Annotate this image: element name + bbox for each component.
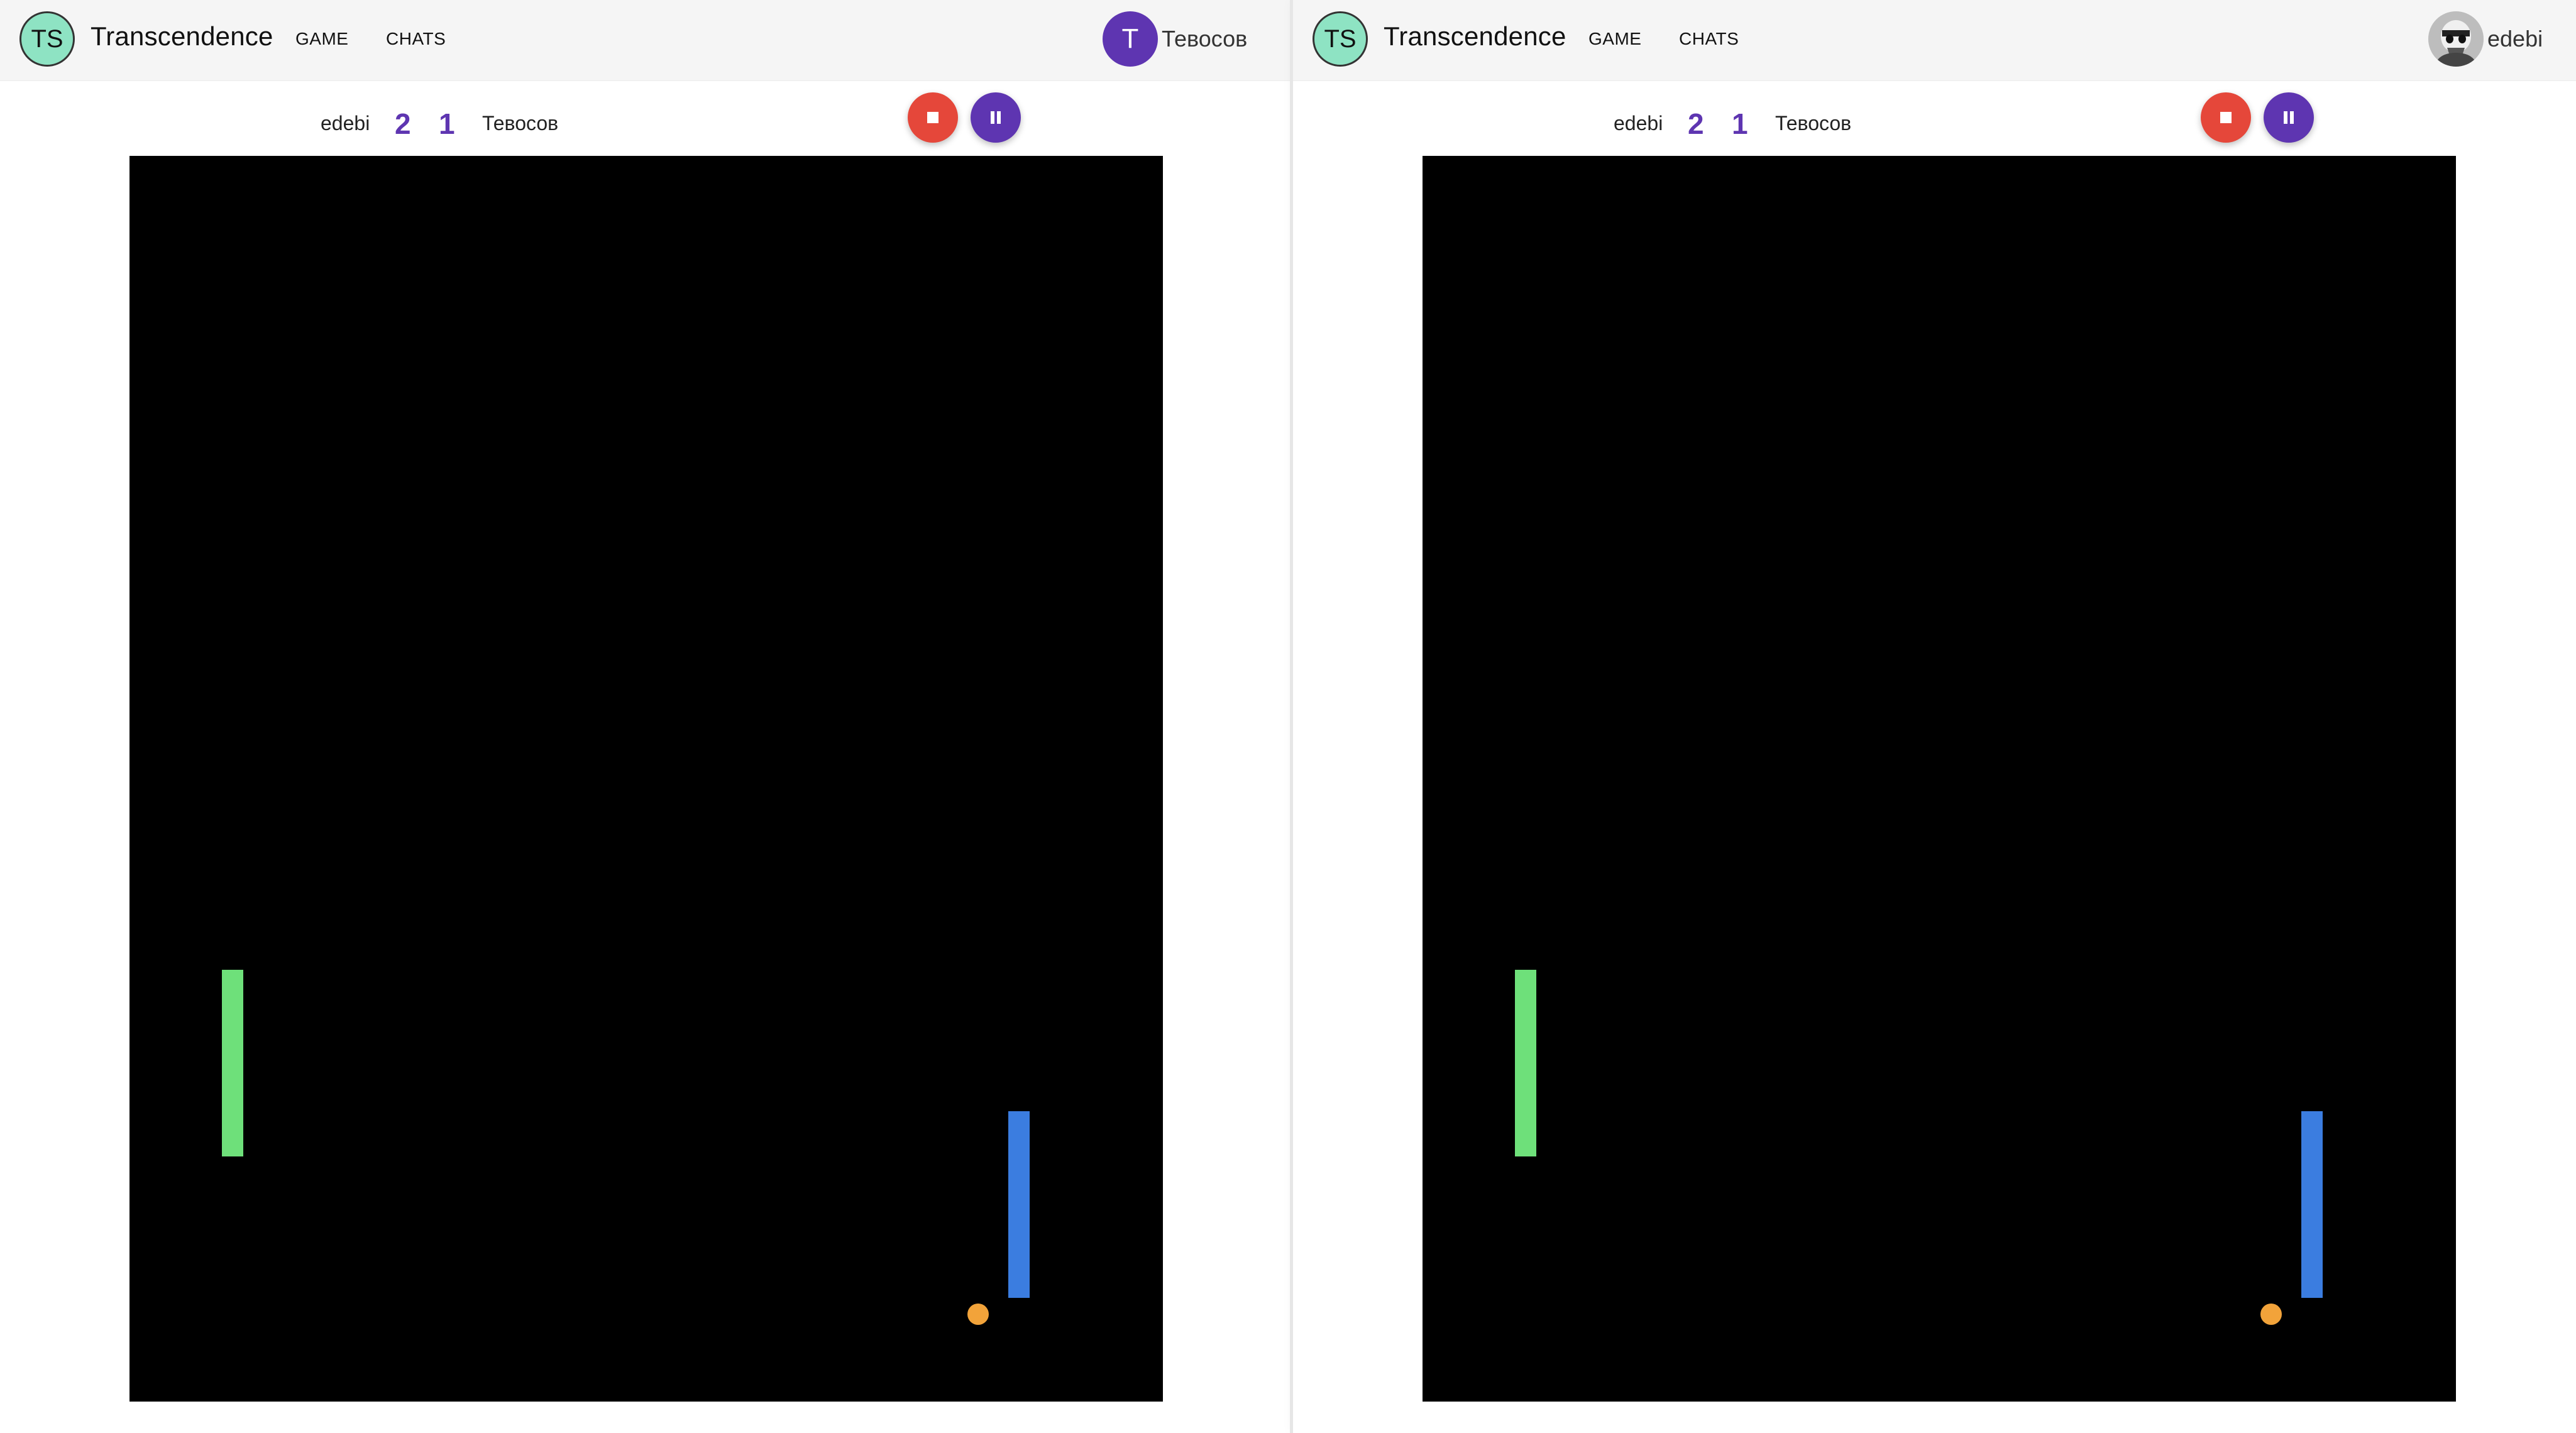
scoreboard: edebi 2 1 Тевосов (1293, 88, 2576, 157)
pause-icon (2284, 111, 2294, 124)
stop-game-button[interactable] (908, 92, 958, 143)
nav-chats-link[interactable]: CHATS (1679, 29, 1739, 49)
player1-name: edebi (1614, 112, 1663, 135)
player2-score: 1 (439, 107, 455, 140)
user-menu[interactable]: edebi (2428, 11, 2543, 67)
logo-text: TS (31, 25, 63, 53)
logo-text: TS (1324, 25, 1357, 53)
app-logo[interactable]: TS (1313, 11, 1368, 67)
app-logo[interactable]: TS (19, 11, 75, 67)
player2-name: Тевосов (1775, 112, 1852, 135)
player2-name: Тевосов (482, 112, 559, 135)
username: Тевосов (1162, 26, 1248, 52)
user-avatar[interactable] (2428, 11, 2484, 67)
player1-name: edebi (321, 112, 370, 135)
pause-game-button[interactable] (2264, 92, 2314, 143)
pong-court[interactable] (1423, 156, 2456, 1402)
ball (967, 1304, 989, 1325)
player2-score: 1 (1732, 107, 1748, 140)
brand-title[interactable]: Transcendence (1384, 21, 1566, 52)
left-paddle (1515, 970, 1536, 1156)
player1-score: 2 (1688, 107, 1704, 140)
stop-game-button[interactable] (2201, 92, 2251, 143)
right-paddle (2301, 1111, 2323, 1298)
avatar-letter: T (1121, 23, 1139, 54)
player1-score: 2 (395, 107, 411, 140)
user-menu[interactable]: T Тевосов (1103, 11, 1247, 67)
right-paddle (1008, 1111, 1030, 1298)
username: edebi (2487, 26, 2543, 52)
left-paddle (222, 970, 243, 1156)
pause-icon (991, 111, 1001, 124)
ball (2260, 1304, 2282, 1325)
user-avatar[interactable]: T (1103, 11, 1158, 67)
dual-screen: TS Transcendence GAME CHATS T Тевосов ed… (0, 0, 2576, 1433)
left-pane: TS Transcendence GAME CHATS T Тевосов ed… (0, 0, 1292, 1433)
pause-game-button[interactable] (971, 92, 1021, 143)
top-app-bar: TS Transcendence GAME CHATS edebi (1293, 0, 2576, 81)
right-pane: TS Transcendence GAME CHATS edebi edebi … (1293, 0, 2576, 1433)
pong-court[interactable] (129, 156, 1163, 1402)
nav-chats-link[interactable]: CHATS (386, 29, 446, 49)
brand-title[interactable]: Transcendence (91, 21, 273, 52)
nav-game-link[interactable]: GAME (295, 29, 348, 49)
scoreboard: edebi 2 1 Тевосов (0, 88, 1292, 157)
top-app-bar: TS Transcendence GAME CHATS T Тевосов (0, 0, 1292, 81)
nav-game-link[interactable]: GAME (1588, 29, 1641, 49)
user-photo (2428, 11, 2484, 67)
stop-icon (927, 112, 938, 123)
stop-icon (2220, 112, 2232, 123)
